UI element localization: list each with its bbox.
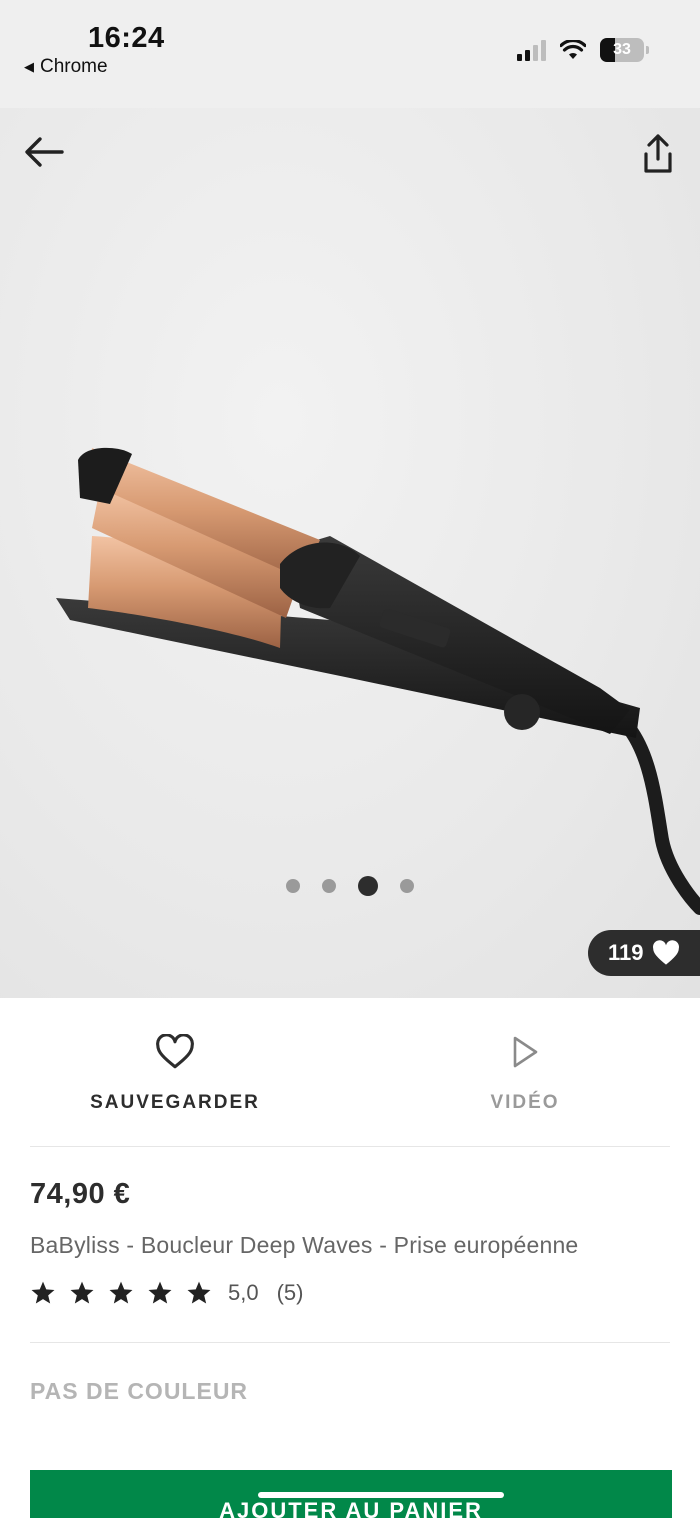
star-icon (109, 1281, 133, 1304)
likes-badge: 119 (588, 930, 700, 976)
status-bar: 16:24 ◀ Chrome 33 (0, 0, 700, 108)
save-label: SAUVEGARDER (90, 1092, 260, 1113)
save-button[interactable]: SAUVEGARDER (0, 998, 350, 1146)
divider (30, 1342, 670, 1343)
video-label: VIDÉO (490, 1092, 560, 1113)
pagination-dot[interactable] (400, 879, 414, 893)
battery-icon: 33 (600, 38, 649, 62)
heart-outline-icon (156, 1034, 194, 1069)
star-icon (187, 1281, 211, 1304)
product-rating[interactable]: 5,0 (5) (30, 1280, 303, 1306)
heart-filled-icon (652, 940, 679, 965)
star-icon (70, 1281, 94, 1304)
add-to-cart-button[interactable]: AJOUTER AU PANIER (30, 1470, 672, 1518)
product-image (56, 447, 700, 915)
share-icon[interactable] (638, 132, 678, 176)
arrow-left-icon[interactable] (22, 134, 66, 170)
product-price: 74,90 € (30, 1178, 131, 1210)
battery-level: 33 (613, 41, 631, 58)
video-button[interactable]: VIDÉO (350, 998, 700, 1146)
add-to-cart-label: AJOUTER AU PANIER (219, 1498, 483, 1518)
divider (30, 1146, 670, 1147)
wifi-icon (560, 40, 586, 59)
status-icons: 33 (517, 38, 649, 62)
product-title: BaByliss - Boucleur Deep Waves - Prise e… (30, 1232, 579, 1258)
play-icon (513, 1036, 538, 1068)
star-icon (31, 1281, 55, 1304)
gallery-pagination[interactable] (0, 876, 700, 896)
rating-score: 5,0 (228, 1280, 259, 1305)
product-actions: SAUVEGARDER VIDÉO (0, 998, 700, 1146)
back-app-label: Chrome (40, 56, 108, 77)
rating-count: (5) (276, 1280, 304, 1305)
status-time: 16:24 (88, 22, 165, 54)
star-rating (30, 1280, 212, 1306)
product-image-gallery[interactable]: 119 (0, 108, 700, 998)
cellular-signal-icon (517, 39, 546, 61)
product-page: 16:24 ◀ Chrome 33 119 SAUVEGARDER VIDÉO … (0, 0, 700, 1518)
pagination-dot[interactable] (322, 879, 336, 893)
pagination-dot-active[interactable] (358, 876, 378, 896)
back-triangle-icon: ◀ (24, 59, 34, 74)
color-label: PAS DE COULEUR (30, 1378, 249, 1404)
back-to-app-link[interactable]: ◀ Chrome (24, 56, 108, 78)
likes-count: 119 (608, 940, 644, 965)
star-icon (148, 1281, 172, 1304)
pagination-dot[interactable] (286, 879, 300, 893)
